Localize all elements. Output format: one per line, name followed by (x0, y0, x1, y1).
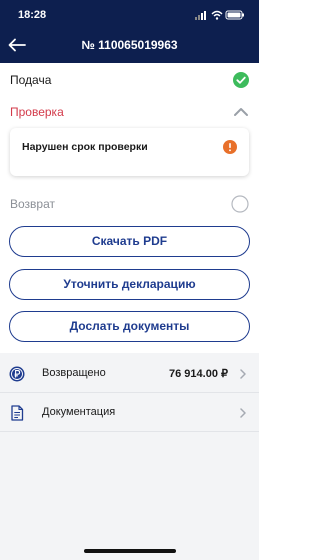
app-header: 18:28 № 110065019963 (0, 0, 259, 63)
alert-card: Нарушен срок проверки (10, 128, 249, 176)
list-item-label: Документация (42, 406, 116, 418)
empty-circle-icon (231, 195, 249, 213)
step-review[interactable]: Проверка (10, 101, 249, 123)
list-item-documentation[interactable]: Документация (0, 394, 259, 432)
step-label: Проверка (10, 105, 64, 119)
list-item-label: Возвращено (42, 367, 106, 379)
list-item-refunded[interactable]: Возвращено 76 914.00 ₽ (0, 355, 259, 393)
chevron-up-icon[interactable] (233, 107, 249, 117)
download-pdf-button[interactable]: Скачать PDF (9, 226, 250, 257)
warning-icon (223, 140, 237, 154)
step-label: Подача (10, 73, 52, 87)
status-icons (195, 10, 244, 20)
step-label: Возврат (10, 197, 55, 211)
step-refund: Возврат (10, 193, 249, 215)
step-submission: Подача (10, 69, 249, 91)
chevron-right-icon (240, 408, 246, 418)
chevron-right-icon (240, 369, 246, 379)
check-circle-icon (233, 72, 249, 88)
alert-text: Нарушен срок проверки (22, 141, 148, 153)
page-title: № 110065019963 (81, 38, 178, 52)
ruble-coin-icon (9, 366, 25, 382)
clarify-declaration-button[interactable]: Уточнить декларацию (9, 269, 250, 300)
document-icon (11, 405, 24, 421)
home-indicator[interactable] (84, 549, 176, 553)
summary-section: Возвращено 76 914.00 ₽ Документация (0, 353, 259, 560)
status-time: 18:28 (18, 9, 47, 21)
send-documents-button[interactable]: Дослать документы (9, 311, 250, 342)
refund-amount: 76 914.00 ₽ (169, 368, 228, 380)
